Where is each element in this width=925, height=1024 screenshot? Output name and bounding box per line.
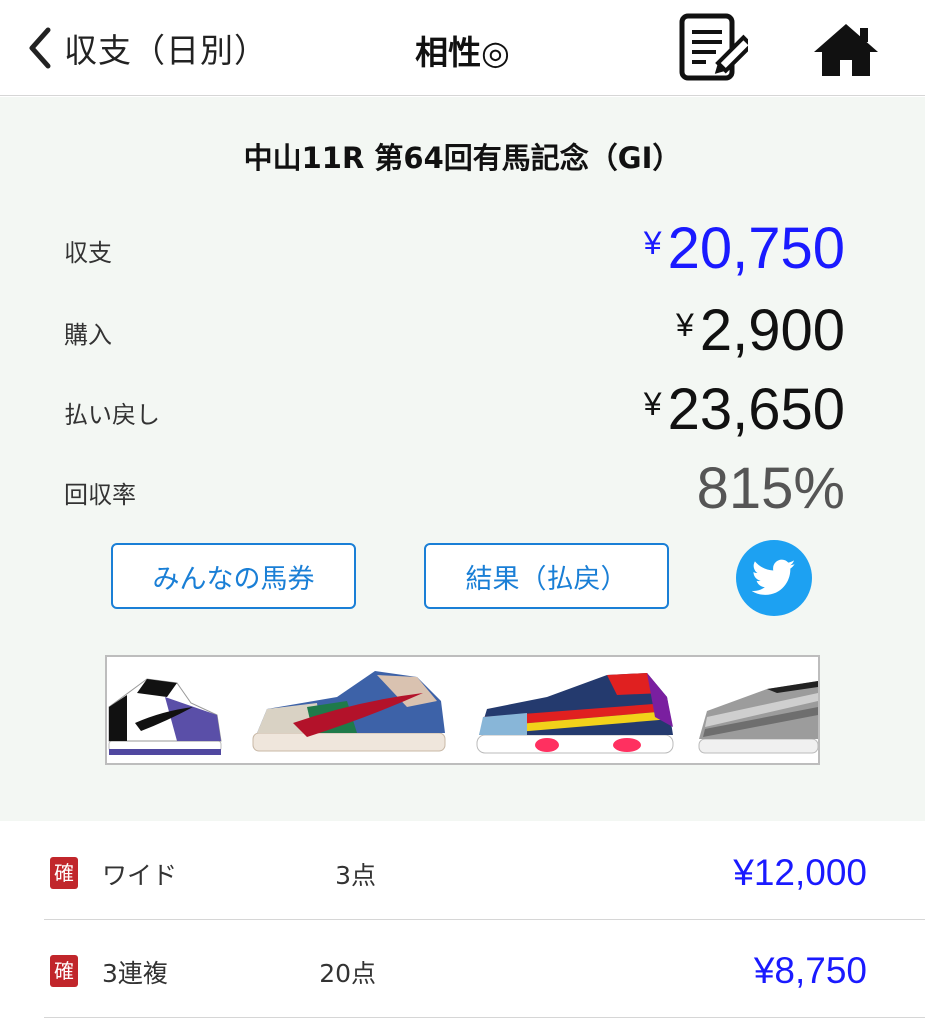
purchase-label: 購入 — [64, 321, 112, 349]
recovery-value: 815% — [697, 455, 845, 522]
balance-yen: ¥ — [643, 225, 662, 261]
nav-bar: 収支（日別） 相性◎ — [0, 0, 925, 96]
ad-banner[interactable] — [105, 655, 820, 765]
payout-amount: 23,650 — [667, 377, 845, 442]
recovery-label: 回収率 — [64, 481, 136, 509]
purchase-yen: ¥ — [676, 307, 694, 343]
bet-amount: ¥8,750 — [753, 950, 867, 991]
everyone-tickets-button[interactable]: みんなの馬券 — [111, 543, 356, 609]
balance-value: ¥20,750 — [644, 215, 845, 282]
bet-points: 3点 — [335, 861, 376, 890]
purchase-amount: 2,900 — [699, 298, 845, 363]
bet-points: 20点 — [319, 959, 376, 988]
twitter-share-button[interactable] — [736, 540, 812, 616]
memo-edit-icon[interactable] — [676, 12, 748, 84]
purchase-value: ¥2,900 — [676, 297, 845, 364]
twitter-bird-icon — [752, 559, 796, 595]
payout-yen: ¥ — [643, 386, 662, 422]
back-label: 収支（日別） — [64, 31, 268, 70]
bet-row[interactable]: 確 3連複 20点 ¥8,750 — [44, 920, 925, 1018]
confirmed-badge: 確 — [50, 857, 78, 889]
home-icon[interactable] — [812, 22, 880, 78]
recovery-amount: 815% — [696, 456, 845, 521]
race-title: 中山11R 第64回有馬記念（GI） — [243, 141, 682, 175]
result-payout-button[interactable]: 結果（払戻） — [424, 543, 669, 609]
sneaker-ad-image — [107, 657, 818, 763]
payout-label: 払い戻し — [64, 401, 160, 429]
bet-row[interactable]: 確 ワイド 3点 ¥12,000 — [44, 822, 925, 920]
payout-value: ¥23,650 — [644, 376, 845, 443]
bet-type: ワイド — [102, 861, 178, 890]
summary-panel: 中山11R 第64回有馬記念（GI） 収支 ¥20,750 購入 ¥2,900 … — [0, 97, 925, 821]
balance-label: 収支 — [64, 239, 112, 267]
chevron-left-icon — [29, 27, 51, 69]
confirmed-badge: 確 — [50, 955, 78, 987]
bet-amount: ¥12,000 — [733, 852, 867, 893]
back-button[interactable]: 収支（日別） — [24, 20, 268, 76]
bet-type: 3連複 — [102, 959, 168, 988]
balance-amount: 20,750 — [667, 216, 845, 281]
